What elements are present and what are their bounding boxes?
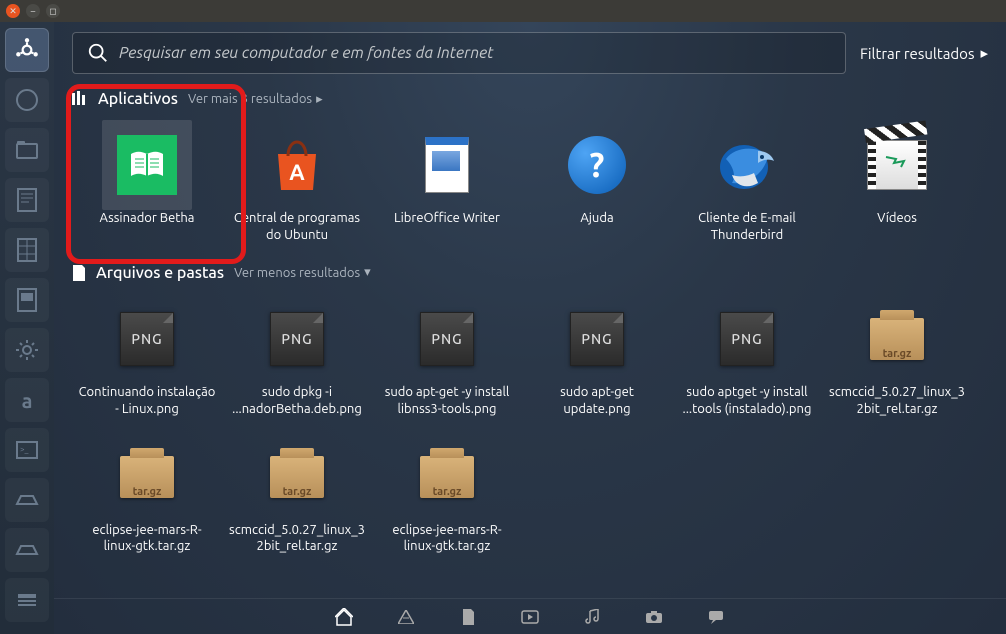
launcher-files-icon[interactable]	[5, 128, 49, 172]
launcher-terminal-icon[interactable]: >_	[5, 428, 49, 472]
window-maximize-button[interactable]: ◻	[46, 4, 60, 18]
search-input[interactable]: Pesquisar em seu computador e em fontes …	[72, 32, 846, 74]
png-icon: PNG	[270, 312, 324, 366]
lens-home-icon[interactable]	[334, 607, 354, 627]
shopping-bag-icon: A	[269, 137, 325, 193]
launcher-firefox-icon[interactable]	[5, 78, 49, 122]
files-section-title: Arquivos e pastas	[96, 264, 224, 282]
file-item[interactable]: PNGsudo aptget -y install ...tools (inst…	[672, 290, 822, 428]
book-icon	[117, 135, 177, 195]
lens-apps-icon[interactable]	[396, 607, 416, 627]
document-icon	[425, 137, 469, 193]
launcher-amazon-icon[interactable]: a	[5, 378, 49, 422]
file-item[interactable]: tar.gzscmccid_5.0.27_linux_32bit_rel.tar…	[822, 290, 972, 428]
launcher-trash-icon[interactable]	[5, 578, 49, 622]
files-section-header: Arquivos e pastas Ver menos resultados ▾	[72, 264, 988, 282]
files-see-less[interactable]: Ver menos resultados ▾	[234, 265, 371, 280]
file-item[interactable]: PNGsudo dpkg -i ...nadorBetha.deb.png	[222, 290, 372, 428]
search-placeholder: Pesquisar em seu computador e em fontes …	[119, 44, 493, 62]
dash-lens-bar	[54, 598, 1006, 634]
apps-section-title: Aplicativos	[98, 90, 178, 108]
file-item[interactable]: PNGsudo apt-get update.png	[522, 290, 672, 428]
app-libreoffice-writer[interactable]: LibreOffice Writer	[372, 116, 522, 254]
launcher-settings-icon[interactable]	[5, 328, 49, 372]
chevron-down-icon: ▾	[364, 265, 371, 280]
file-icon	[72, 265, 86, 281]
lens-files-icon[interactable]	[458, 607, 478, 627]
png-icon: PNG	[570, 312, 624, 366]
search-icon	[87, 42, 109, 64]
launcher-impress-icon[interactable]	[5, 278, 49, 322]
svg-text:A: A	[289, 160, 305, 185]
window-minimize-button[interactable]: –	[26, 4, 40, 18]
file-item[interactable]: PNGContinuando instalação - Linux.png	[72, 290, 222, 428]
apps-grid: Assinador Betha A Central de programas d…	[72, 116, 988, 254]
app-help[interactable]: ? Ajuda	[522, 116, 672, 254]
lens-social-icon[interactable]	[706, 607, 726, 627]
app-thunderbird[interactable]: Cliente de E-mail Thunderbird	[672, 116, 822, 254]
png-icon: PNG	[720, 312, 774, 366]
file-item[interactable]: PNGsudo apt-get -y install libnss3-tools…	[372, 290, 522, 428]
thunderbird-icon	[702, 120, 792, 210]
lens-video-icon[interactable]	[520, 607, 540, 627]
app-software-center[interactable]: A Central de programas do Ubuntu	[222, 116, 372, 254]
file-item[interactable]: tar.gzscmccid_5.0.27_linux_32bit_rel.tar…	[222, 428, 372, 566]
dash-home-icon[interactable]	[5, 28, 49, 72]
png-icon: PNG	[120, 312, 174, 366]
apps-section-header: Aplicativos Ver mais 3 resultados ▸	[72, 90, 988, 108]
launcher-drive-icon[interactable]	[5, 478, 49, 522]
apps-see-more[interactable]: Ver mais 3 resultados ▸	[188, 92, 323, 107]
archive-icon: tar.gz	[120, 456, 174, 498]
apps-icon	[72, 91, 88, 107]
file-item[interactable]: tar.gzeclipse-jee-mars-R-linux-gtk.tar.g…	[72, 428, 222, 566]
file-item[interactable]: tar.gzeclipse-jee-mars-R-linux-gtk.tar.g…	[372, 428, 522, 566]
svg-text:>_: >_	[20, 445, 29, 454]
lens-photos-icon[interactable]	[644, 607, 664, 627]
archive-icon: tar.gz	[420, 456, 474, 498]
launcher-calc-icon[interactable]	[5, 228, 49, 272]
window-titlebar: ✕ – ◻	[0, 0, 1006, 22]
dash-overlay: Pesquisar em seu computador e em fontes …	[54, 22, 1006, 634]
clapperboard-icon	[867, 140, 927, 190]
unity-launcher: a >_	[0, 22, 54, 634]
archive-icon: tar.gz	[270, 456, 324, 498]
archive-icon: tar.gz	[870, 318, 924, 360]
lens-music-icon[interactable]	[582, 607, 602, 627]
app-assinador-betha[interactable]: Assinador Betha	[72, 116, 222, 254]
png-icon: PNG	[420, 312, 474, 366]
window-close-button[interactable]: ✕	[6, 4, 20, 18]
question-icon: ?	[568, 136, 626, 194]
launcher-writer-icon[interactable]	[5, 178, 49, 222]
filter-results-button[interactable]: Filtrar resultados ▸	[860, 44, 988, 62]
chevron-right-icon: ▸	[980, 44, 988, 62]
launcher-drive2-icon[interactable]	[5, 528, 49, 572]
chevron-right-icon: ▸	[316, 92, 323, 107]
app-videos[interactable]: Vídeos	[822, 116, 972, 254]
files-grid: PNGContinuando instalação - Linux.png PN…	[72, 290, 988, 566]
